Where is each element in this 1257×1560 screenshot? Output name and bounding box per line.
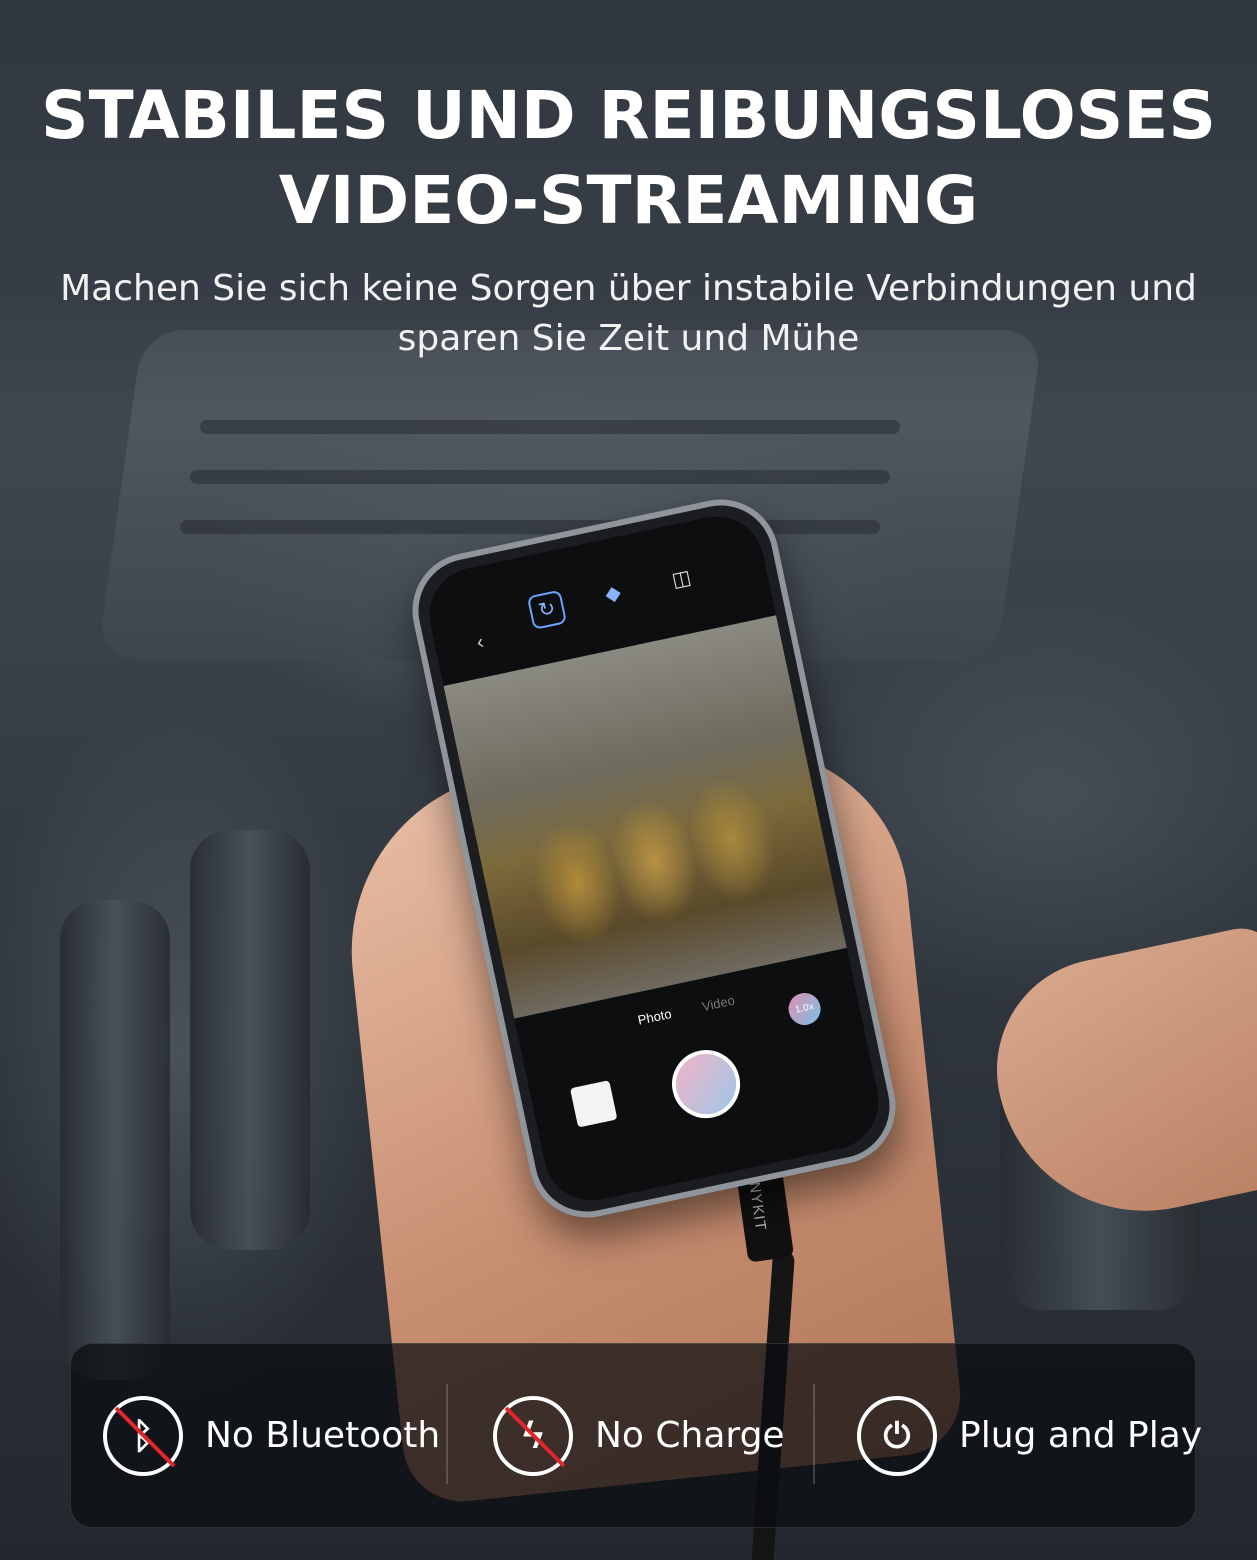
engine-rib [190, 470, 890, 484]
bluetooth-crossed-icon: ᛒ [103, 1395, 183, 1476]
mirror-icon[interactable]: ◫ [664, 561, 700, 597]
product-banner: STABILES UND REIBUNGSLOSES VIDEO-STREAMI… [0, 0, 1257, 1560]
feature-no-bluetooth: ᛒ No Bluetooth [103, 1344, 440, 1527]
cube-icon[interactable]: ◆ [595, 576, 631, 612]
shutter-button[interactable] [665, 1043, 747, 1125]
zoom-button[interactable]: 1.0x [785, 990, 824, 1028]
lightning-crossed-icon: ϟ [493, 1395, 573, 1476]
feature-divider [446, 1384, 448, 1484]
engine-rib [200, 420, 900, 434]
feature-label: No Charge [595, 1415, 785, 1456]
feature-no-charge: ϟ No Charge [493, 1344, 785, 1527]
mode-video[interactable]: Video [701, 993, 736, 1015]
engine-hose [190, 830, 310, 1250]
feature-bar: ᛒ No Bluetooth ϟ No Charge ⏻ Plug and Pl… [70, 1343, 1202, 1528]
camera-live-view [443, 615, 847, 1019]
rotate-icon[interactable]: ↻ [526, 589, 568, 630]
feature-divider [813, 1384, 815, 1484]
feature-label: Plug and Play [959, 1415, 1203, 1456]
mode-photo[interactable]: Photo [636, 1006, 672, 1028]
chevron-left-icon[interactable]: ‹ [462, 625, 498, 661]
headline-line-2: VIDEO-STREAMING [278, 162, 979, 239]
engine-hose [60, 900, 170, 1380]
engine-rib [180, 520, 880, 534]
headline-line-1: STABILES UND REIBUNGSLOSES [41, 77, 1216, 154]
subheadline-line-2: sparen Sie Zeit und Mühe [397, 318, 860, 359]
subheadline-line-1: Machen Sie sich keine Sorgen über instab… [60, 268, 1197, 309]
feature-plug-and-play: ⏻ Plug and Play [857, 1344, 1202, 1527]
feature-label: No Bluetooth [205, 1415, 441, 1456]
plug-icon: ⏻ [857, 1395, 937, 1476]
gallery-thumbnail[interactable] [569, 1080, 618, 1128]
